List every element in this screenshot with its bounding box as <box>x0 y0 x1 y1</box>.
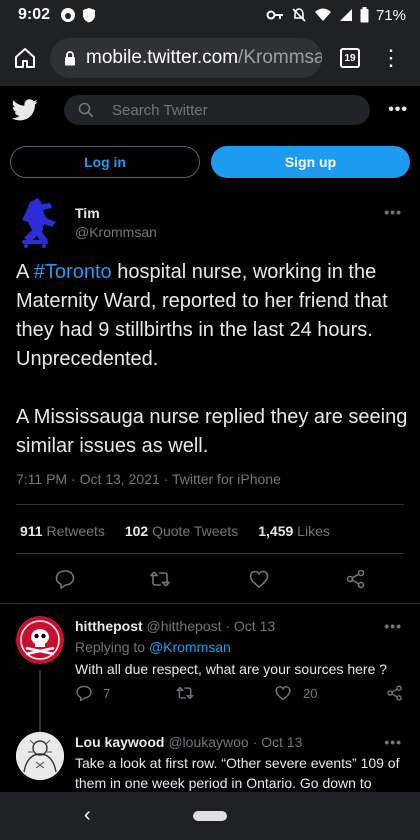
tweet-text-start: A <box>16 261 34 283</box>
url-path: /Krommsan <box>238 47 322 68</box>
divider <box>16 504 404 505</box>
author-name[interactable]: Tim <box>75 205 100 221</box>
address-bar[interactable]: mobile.twitter.com/Krommsan <box>50 38 322 78</box>
signal-icon <box>339 9 352 21</box>
key-icon <box>266 10 283 20</box>
back-chevron-icon[interactable]: ‹ <box>84 804 91 827</box>
reply-header: Lou kaywood @loukaywoo · Oct 13 <box>75 734 303 750</box>
reply-more-button[interactable]: ••• <box>384 734 402 750</box>
reply-author-name[interactable]: Lou kaywood <box>75 734 164 750</box>
auth-buttons: Log in Sign up <box>10 146 410 178</box>
reply-author-name[interactable]: hitthepost <box>75 618 143 634</box>
url-host: mobile.twitter.com <box>86 47 239 68</box>
mute-icon <box>292 8 306 22</box>
tweet-date[interactable]: Oct 13, 2021 <box>80 471 160 487</box>
app-notification-icon <box>61 8 76 22</box>
divider <box>16 553 404 554</box>
reply-header: hitthepost @hitthepost · Oct 13 <box>75 618 276 634</box>
like-icon[interactable] <box>248 568 270 590</box>
sketch-portrait-icon <box>16 732 64 780</box>
shield-icon <box>83 8 96 23</box>
tweet-stats: 911 Retweets 102 Quote Tweets 1,459 Like… <box>20 523 330 539</box>
tweet-source[interactable]: Twitter for iPhone <box>172 471 281 487</box>
likes-stat[interactable]: 1,459 Likes <box>258 523 330 539</box>
reply-icon[interactable] <box>75 684 93 702</box>
mention-link[interactable]: @Krommsan <box>149 639 231 655</box>
reply-date[interactable]: Oct 13 <box>261 734 302 750</box>
twitter-bird-icon[interactable] <box>12 99 38 121</box>
reply-icon[interactable] <box>54 568 76 590</box>
avatar[interactable] <box>16 616 64 664</box>
retweet-icon[interactable] <box>149 568 171 590</box>
avatar[interactable] <box>16 732 64 780</box>
reply-text: With all due respect, what are your sour… <box>75 661 388 677</box>
browser-menu-button[interactable]: ⋮ <box>380 47 402 69</box>
reply-tweet[interactable]: Lou kaywood @loukaywoo · Oct 13 ••• Take… <box>0 732 420 792</box>
divider <box>0 603 420 604</box>
header-more-button[interactable]: ••• <box>388 101 408 119</box>
wifi-icon <box>314 8 331 21</box>
tweet-actions <box>0 568 420 592</box>
twitter-header: ••• <box>0 86 420 134</box>
quote-tweets-stat[interactable]: 102 Quote Tweets <box>125 523 238 539</box>
hashtag-link[interactable]: #Toronto <box>34 261 112 283</box>
reply-actions: 7 20 <box>75 684 405 704</box>
home-icon <box>15 48 35 68</box>
lock-icon <box>65 50 75 65</box>
retweets-stat[interactable]: 911 Retweets <box>20 523 105 539</box>
tweet-text: A #Toronto hospital nurse, working in th… <box>16 258 408 461</box>
share-icon[interactable] <box>345 568 367 590</box>
tweet-more-button[interactable]: ••• <box>384 204 402 220</box>
main-tweet: Tim @Krommsan ••• A #Toronto hospital nu… <box>0 196 420 606</box>
login-button[interactable]: Log in <box>10 146 200 178</box>
battery-percent: 71% <box>375 6 406 24</box>
reply-author-handle[interactable]: @loukaywoo <box>168 734 248 750</box>
system-nav-bar: ‹ <box>0 792 420 840</box>
thread-line <box>39 670 41 732</box>
browser-toolbar: mobile.twitter.com/Krommsan 19 ⋮ <box>0 30 420 86</box>
share-icon[interactable] <box>386 684 404 702</box>
like-count: 20 <box>303 686 318 701</box>
tweet-time[interactable]: 7:11 PM <box>16 471 67 487</box>
reply-count: 7 <box>103 686 111 701</box>
avatar[interactable] <box>16 196 64 248</box>
home-button[interactable] <box>10 43 40 73</box>
search-bar[interactable] <box>64 95 370 125</box>
reply-date[interactable]: Oct 13 <box>234 618 275 634</box>
search-icon <box>78 102 94 118</box>
retweet-icon[interactable] <box>176 684 194 702</box>
skull-logo-icon <box>16 616 64 664</box>
status-bar: 9:02 71% <box>0 0 420 30</box>
reply-author-handle[interactable]: @hitthepost <box>147 618 222 634</box>
reply-text: Take a look at first row. “Other severe … <box>75 755 400 791</box>
reply-more-button[interactable]: ••• <box>384 618 402 634</box>
status-time: 9:02 <box>18 6 51 23</box>
reply-tweet[interactable]: hitthepost @hitthepost · Oct 13 ••• Repl… <box>0 616 420 732</box>
replying-to: Replying to @Krommsan <box>75 639 231 655</box>
search-input[interactable] <box>112 101 332 119</box>
tweet-author: Tim @Krommsan ••• <box>0 196 420 256</box>
battery-icon <box>360 7 369 23</box>
tweet-meta: 7:11 PM · Oct 13, 2021 · Twitter for iPh… <box>16 471 281 487</box>
tweet-text-paragraph-2: A Mississauga nurse replied they are see… <box>16 406 408 457</box>
home-gesture-pill[interactable] <box>193 811 227 821</box>
author-handle[interactable]: @Krommsan <box>75 224 157 240</box>
like-icon[interactable] <box>274 684 292 702</box>
tab-switcher-button[interactable]: 19 <box>340 48 360 68</box>
signup-button[interactable]: Sign up <box>211 146 410 178</box>
